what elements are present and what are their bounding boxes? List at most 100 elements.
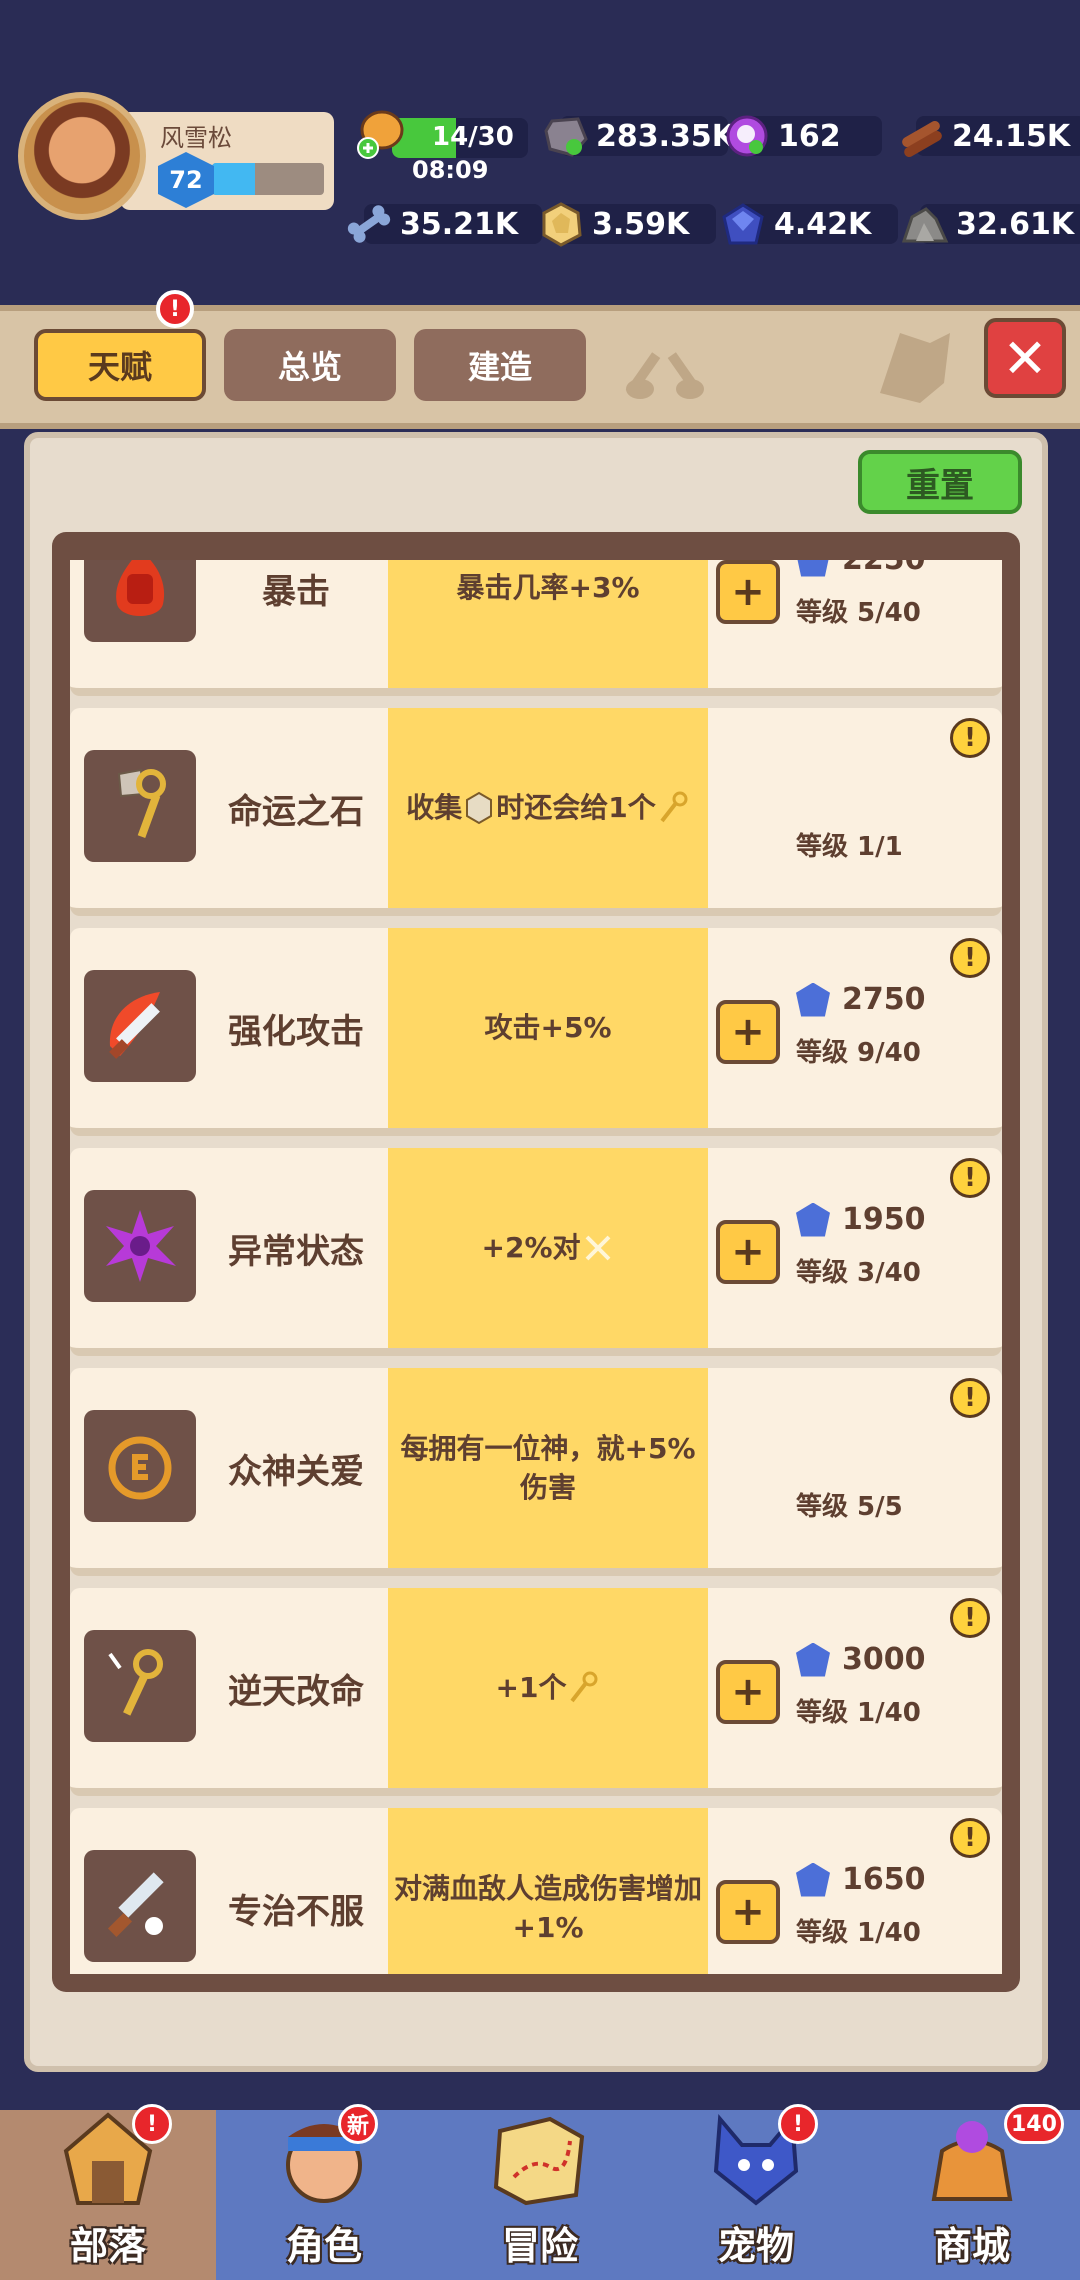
talent-cost-value: 2250 bbox=[842, 560, 926, 577]
talent-desc-part: +2%对 bbox=[481, 1231, 581, 1265]
talent-cost: 1950 bbox=[796, 1202, 926, 1237]
rock-resource[interactable]: 32.61K bbox=[900, 199, 1080, 249]
info-alert-icon[interactable]: ! bbox=[950, 1158, 990, 1198]
nav-label: 冒险 bbox=[501, 2224, 578, 2268]
info-alert-icon[interactable]: ! bbox=[950, 1818, 990, 1858]
reset-button[interactable]: 重置 bbox=[858, 450, 1022, 514]
talent-name: 逆天改命 bbox=[228, 1671, 364, 1712]
talent-desc: 攻击+5% bbox=[388, 928, 708, 1128]
talent-desc-part: +1个 bbox=[495, 1671, 567, 1705]
talent-row-abnormal-status: 异常状态 +2%对 + 1950 等级 3/40 ! bbox=[70, 1148, 1002, 1356]
nav-label: 角色 bbox=[285, 2224, 362, 2268]
talent-cost: 3000 bbox=[796, 1642, 926, 1677]
info-alert-icon[interactable]: ! bbox=[950, 1598, 990, 1638]
xp-bar bbox=[212, 163, 324, 195]
nav-adventure[interactable]: 冒险 bbox=[432, 2110, 648, 2280]
nav-pet[interactable]: 宠物 ! bbox=[648, 2104, 864, 2280]
stone-token-icon bbox=[536, 199, 586, 249]
stone-token-icon bbox=[466, 791, 493, 825]
upgrade-button[interactable]: + bbox=[716, 1660, 780, 1724]
info-alert-icon[interactable]: ! bbox=[950, 718, 990, 758]
gem-icon bbox=[796, 982, 830, 1017]
ore-plus-icon[interactable] bbox=[540, 111, 590, 161]
tab-talent[interactable]: 天赋 bbox=[34, 329, 206, 401]
beast-decoration-icon bbox=[880, 333, 950, 403]
flaming-sword-icon bbox=[84, 970, 196, 1082]
talent-desc: +2%对 bbox=[388, 1148, 708, 1348]
stamina-timer: 08:09 bbox=[412, 156, 489, 184]
talent-level: 等级 1/1 bbox=[796, 832, 903, 862]
talent-level: 等级 9/40 bbox=[796, 1038, 921, 1068]
nav-character[interactable]: 角色 新 bbox=[216, 2104, 432, 2280]
golden-key-icon bbox=[660, 791, 688, 823]
ore-resource[interactable]: 283.35K bbox=[540, 112, 735, 160]
purple-burst-icon bbox=[84, 1190, 196, 1302]
skull-sword-icon bbox=[84, 1850, 196, 1962]
key-lv-icon bbox=[84, 1630, 196, 1742]
golden-key-icon bbox=[84, 750, 196, 862]
nav-label: 商城 bbox=[933, 2224, 1010, 2268]
nav-tribe[interactable]: 部落 ! bbox=[0, 2104, 216, 2280]
upgrade-button[interactable]: + bbox=[716, 560, 780, 624]
upgrade-button[interactable]: + bbox=[716, 1220, 780, 1284]
info-alert-icon[interactable]: ! bbox=[950, 938, 990, 978]
info-alert-icon[interactable]: ! bbox=[950, 1378, 990, 1418]
talent-row-enhanced-attack: 强化攻击 攻击+5% + 2750 等级 9/40 ! bbox=[70, 928, 1002, 1136]
divine-ring-icon bbox=[84, 1410, 196, 1522]
talent-level: 等级 3/40 bbox=[796, 1258, 921, 1288]
golden-key-icon bbox=[570, 1671, 598, 1703]
gem-resource[interactable]: 4.42K bbox=[718, 200, 898, 248]
talent-desc: 对满血敌人造成伤害增加+1% bbox=[388, 1808, 708, 1974]
tab-build[interactable]: 建造 bbox=[414, 329, 586, 401]
talent-desc-part: 收集 bbox=[406, 791, 463, 825]
wood-resource[interactable]: 24.15K bbox=[896, 111, 1080, 161]
talent-cost: 2750 bbox=[796, 982, 926, 1017]
talent-cost-value: 1950 bbox=[842, 1202, 926, 1237]
talent-cost-value: 3000 bbox=[842, 1642, 926, 1677]
wood-value: 24.15K bbox=[952, 118, 1071, 154]
wood-icon bbox=[896, 111, 946, 161]
talent-desc: +1个 bbox=[388, 1588, 708, 1788]
nav-label: 宠物 bbox=[717, 2224, 794, 2268]
pearl-plus-icon[interactable] bbox=[722, 111, 772, 161]
talent-name: 异常状态 bbox=[228, 1231, 364, 1272]
treasure-map-icon bbox=[493, 2116, 585, 2206]
close-button[interactable]: ✕ bbox=[984, 318, 1066, 398]
nav-badge: ! bbox=[778, 2104, 818, 2144]
talent-cost-value: 2750 bbox=[842, 982, 926, 1017]
sparkle-icon bbox=[585, 1235, 610, 1261]
nav-shop[interactable]: 商城 140 bbox=[864, 2104, 1080, 2280]
rock-value: 32.61K bbox=[956, 206, 1075, 242]
talent-desc: 收集 时还会给1个 bbox=[388, 708, 708, 908]
meat-plus-icon[interactable] bbox=[354, 106, 404, 162]
top-hud: 风雪松 72 14/30 08:09 283.35K 162 24.15K 35… bbox=[0, 0, 1080, 300]
nav-badge: ! bbox=[132, 2104, 172, 2144]
upgrade-button[interactable]: + bbox=[716, 1880, 780, 1944]
player-avatar[interactable] bbox=[18, 92, 146, 220]
talent-row-full-hp-bonus: 专治不服 对满血敌人造成伤害增加+1% + 1650 等级 1/40 ! bbox=[70, 1808, 1002, 1974]
gem-icon bbox=[796, 1202, 830, 1237]
bone-icon bbox=[344, 199, 394, 249]
rock-icon bbox=[900, 199, 950, 249]
upgrade-button[interactable]: + bbox=[716, 1000, 780, 1064]
talent-name: 命运之石 bbox=[228, 791, 364, 832]
talent-row-crit: 暴击 暴击几率+3% + 2250 等级 5/40 bbox=[70, 560, 1002, 696]
talent-list[interactable]: 暴击 暴击几率+3% + 2250 等级 5/40 命运之石 收集 时还会给1个… bbox=[70, 560, 1002, 1974]
stamina-bar: 14/30 bbox=[392, 118, 528, 158]
talent-name: 暴击 bbox=[262, 571, 330, 612]
fire-fist-icon bbox=[84, 560, 196, 642]
talent-cost-value: 1650 bbox=[842, 1862, 926, 1897]
nav-label: 部落 bbox=[69, 2224, 146, 2268]
talent-level: 等级 1/40 bbox=[796, 1918, 921, 1948]
bone-resource[interactable]: 35.21K bbox=[344, 199, 542, 249]
talent-row-fate-stone: 命运之石 收集 时还会给1个 等级 1/1 ! bbox=[70, 708, 1002, 916]
gem-icon bbox=[796, 1862, 830, 1897]
talent-cost: 1650 bbox=[796, 1862, 926, 1897]
stamina-value: 14/30 bbox=[432, 122, 514, 152]
pearl-resource[interactable]: 162 bbox=[722, 111, 882, 161]
gem-value: 4.42K bbox=[774, 206, 872, 242]
tab-overview[interactable]: 总览 bbox=[224, 329, 396, 401]
talent-desc: 每拥有一位神，就+5%伤害 bbox=[388, 1368, 708, 1568]
pearl-value: 162 bbox=[778, 118, 841, 154]
stone-token-resource[interactable]: 3.59K bbox=[536, 199, 716, 249]
